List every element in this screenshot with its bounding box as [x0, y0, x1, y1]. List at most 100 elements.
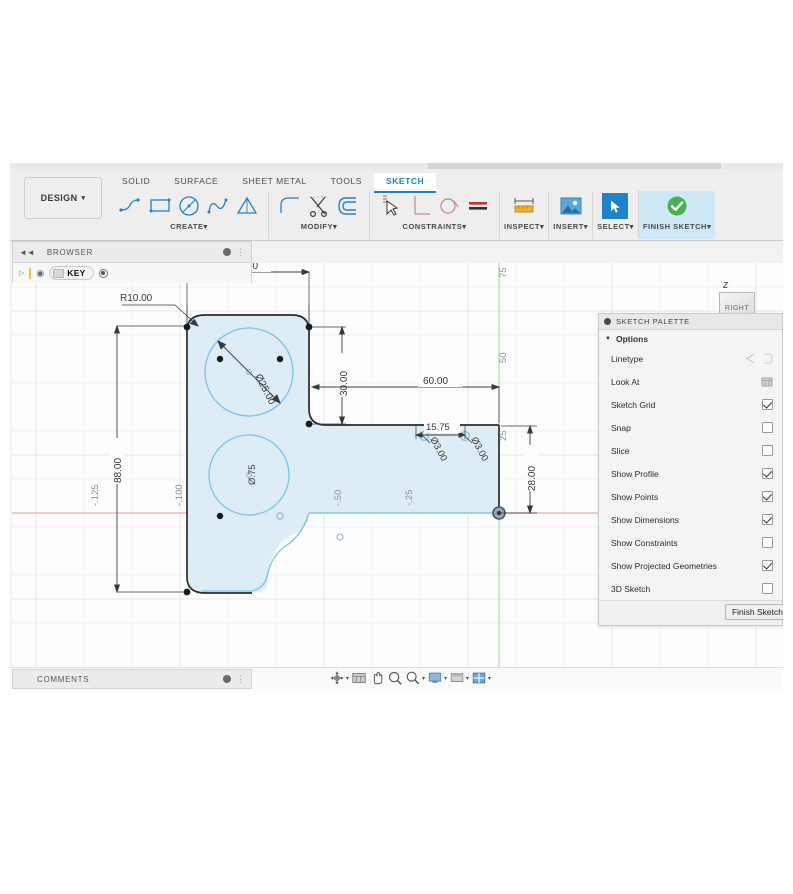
grid-label-h-100: -.100	[174, 484, 185, 506]
offset-icon[interactable]	[335, 193, 361, 219]
measure-icon[interactable]	[511, 193, 537, 219]
look-at-icon[interactable]	[761, 376, 773, 387]
chevron-down-icon: ▾	[466, 675, 470, 682]
grid-snap-control[interactable]: ▾	[449, 670, 469, 686]
dimension-height-left[interactable]: 88.00	[110, 324, 184, 594]
checkbox-show-dimensions[interactable]	[762, 514, 773, 525]
display-settings-icon[interactable]	[351, 670, 367, 686]
circle-icon[interactable]	[176, 193, 202, 219]
dimension-lower-bore[interactable]: Ø.75	[247, 464, 258, 485]
orbit-control[interactable]: ▾	[329, 670, 349, 686]
checkbox-show-projected-geometries[interactable]	[762, 560, 773, 571]
construction-line-icon[interactable]	[745, 353, 756, 364]
tab-solid[interactable]: SOLID	[110, 173, 162, 193]
dimension-overall-length-label: 60.00	[423, 376, 448, 387]
pan-control[interactable]	[369, 670, 385, 686]
palette-row-linetype[interactable]: Linetype	[599, 347, 782, 370]
title-bar-strip	[10, 163, 783, 169]
sketch-palette-options-header[interactable]: ▼ Options	[599, 330, 782, 347]
finish-sketch-button[interactable]: Finish Sketch	[724, 604, 783, 620]
coincident-icon[interactable]	[378, 193, 404, 219]
tab-sketch[interactable]: SKETCH	[374, 173, 437, 193]
fillet-icon[interactable]	[277, 193, 303, 219]
viewcube-axis-label: Z	[723, 281, 728, 290]
zoom-window-icon[interactable]	[405, 670, 421, 686]
ribbon-toolbar: DESIGN ▾ SOLID SURFACE SHEET METAL TOOLS…	[10, 163, 783, 241]
dot-menu-icon[interactable]	[604, 318, 611, 325]
palette-row-show-dimensions[interactable]: Show Dimensions	[599, 508, 782, 531]
palette-row-show-projected-geometries[interactable]: Show Projected Geometries	[599, 554, 782, 577]
dot-menu-icon[interactable]	[223, 675, 231, 683]
browser-item-key[interactable]: KEY	[49, 266, 94, 280]
palette-label-slice: Slice	[611, 445, 630, 456]
viewports-control[interactable]: ▾	[471, 670, 491, 686]
browser-tree-row[interactable]: ▷ ◉ KEY	[12, 263, 252, 283]
grid-label-v-25: 25	[498, 430, 509, 441]
viewports-icon[interactable]	[471, 670, 487, 686]
line-icon[interactable]	[118, 193, 144, 219]
browser-panel-header: ◄◄ BROWSER ⋮	[12, 241, 252, 263]
palette-row-slice[interactable]: Slice	[599, 439, 782, 462]
grid-snap-icon[interactable]	[449, 670, 465, 686]
polygon-icon[interactable]	[234, 193, 260, 219]
trim-icon[interactable]	[306, 193, 332, 219]
checkbox-show-constraints[interactable]	[762, 537, 773, 548]
radio-icon[interactable]	[98, 268, 108, 278]
perpendicular-icon[interactable]	[407, 193, 433, 219]
expand-arrow-icon[interactable]: ▷	[19, 269, 24, 277]
checkbox-sketch-grid[interactable]	[762, 399, 773, 410]
dimension-step-height[interactable]: 30.00	[312, 325, 350, 426]
palette-label-show-points: Show Points	[611, 491, 659, 502]
palette-row-show-points[interactable]: Show Points	[599, 485, 782, 508]
ribbon-group-inspect: INSPECT▾	[499, 191, 548, 239]
checkbox-snap[interactable]	[762, 422, 773, 433]
palette-label-sketch-grid: Sketch Grid	[611, 399, 656, 410]
checkbox-3d-sketch[interactable]	[762, 583, 773, 594]
equal-icon[interactable]	[465, 193, 491, 219]
tab-sheet-metal[interactable]: SHEET METAL	[230, 173, 318, 193]
display-mode-icon[interactable]	[427, 670, 443, 686]
dot-menu-icon[interactable]	[223, 248, 231, 256]
centerline-icon[interactable]	[762, 353, 773, 364]
palette-label-snap: Snap	[611, 422, 631, 433]
design-workspace-button[interactable]: DESIGN ▾	[24, 177, 102, 219]
checkbox-show-points[interactable]	[762, 491, 773, 502]
comments-panel[interactable]: COMMENTS ⋮	[12, 669, 252, 689]
palette-row-3d-sketch[interactable]: 3D Sketch	[599, 577, 782, 600]
checkbox-show-profile[interactable]	[762, 468, 773, 479]
display-settings-control[interactable]	[351, 670, 367, 686]
rectangle-icon[interactable]	[147, 193, 173, 219]
collapse-icon[interactable]: ◄◄	[19, 248, 35, 257]
palette-label-look-at: Look At	[611, 376, 640, 387]
pan-hand-icon[interactable]	[369, 670, 385, 686]
ribbon-group-row: CREATE▾ MODIFY▾ CONSTRAINTS▾ INSPECT▾ IN…	[110, 191, 716, 239]
orbit-icon[interactable]	[329, 670, 345, 686]
select-cursor-icon[interactable]	[602, 193, 629, 219]
tab-surface[interactable]: SURFACE	[162, 173, 230, 193]
zoom-icon[interactable]	[387, 670, 403, 686]
chevron-down-icon: ▼	[605, 335, 611, 342]
spline-icon[interactable]	[205, 193, 231, 219]
insert-image-icon[interactable]	[558, 193, 584, 219]
palette-row-show-constraints[interactable]: Show Constraints	[599, 531, 782, 554]
palette-row-snap[interactable]: Snap	[599, 416, 782, 439]
ribbon-group-constraints: CONSTRAINTS▾	[369, 191, 499, 239]
palette-label-show-profile: Show Profile	[611, 468, 659, 479]
tangent-icon[interactable]	[436, 193, 462, 219]
checkbox-slice[interactable]	[762, 445, 773, 456]
zoom-control[interactable]	[387, 670, 403, 686]
dimension-fillet-radius-label: R10.00	[120, 293, 153, 304]
ribbon-group-finish-sketch[interactable]: FINISH SKETCH▾	[637, 191, 716, 239]
grip-icon[interactable]: ⋮	[236, 674, 245, 685]
tab-tools[interactable]: TOOLS	[319, 173, 374, 193]
display-mode-control[interactable]: ▾	[427, 670, 447, 686]
dimension-height-left-label: 88.00	[113, 458, 124, 483]
palette-row-show-profile[interactable]: Show Profile	[599, 462, 782, 485]
visibility-eye-icon[interactable]: ◉	[36, 268, 44, 279]
green-check-icon[interactable]	[664, 193, 690, 219]
ribbon-group-finish-sketch-label: FINISH SKETCH▾	[642, 222, 712, 231]
zoom-window-control[interactable]: ▾	[405, 670, 425, 686]
palette-row-look-at[interactable]: Look At	[599, 370, 782, 393]
palette-row-sketch-grid[interactable]: Sketch Grid	[599, 393, 782, 416]
grip-icon[interactable]: ⋮	[236, 247, 245, 258]
